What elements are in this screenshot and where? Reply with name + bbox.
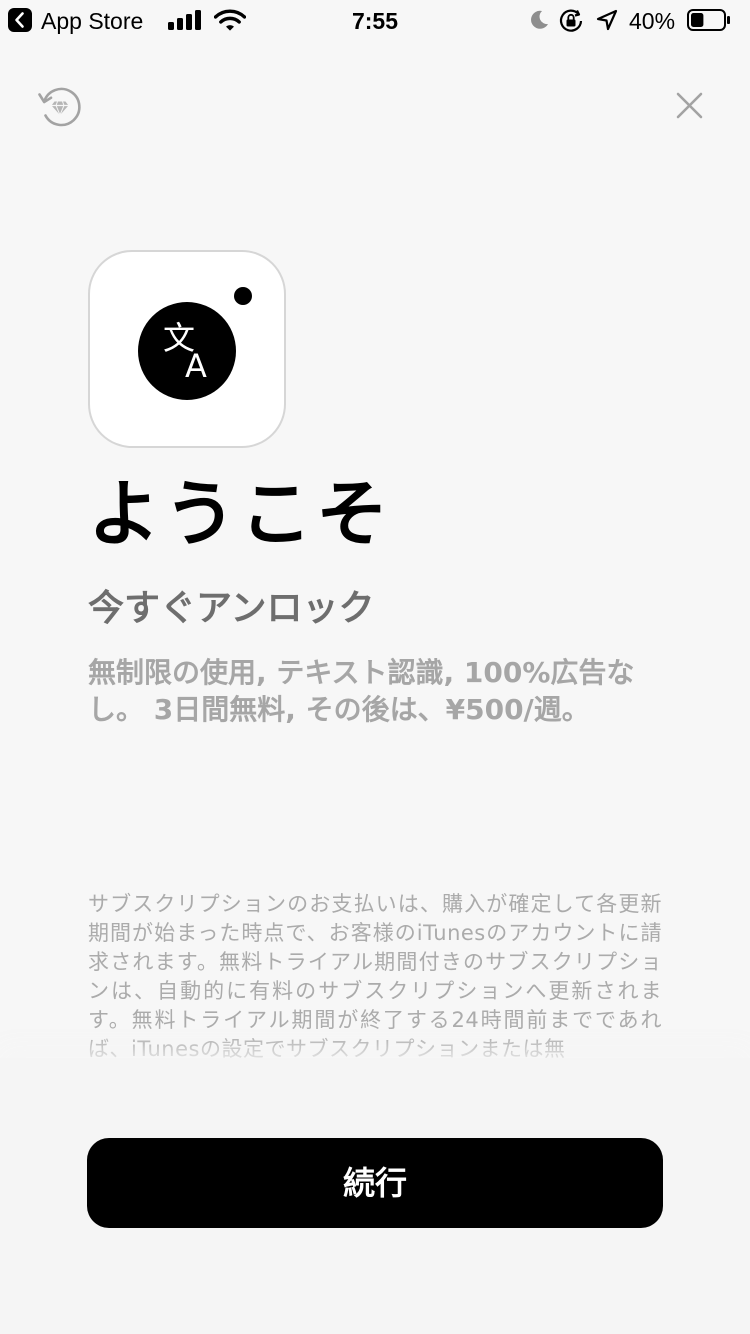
translate-camera-icon: 文 A (138, 302, 236, 400)
close-icon (676, 92, 703, 119)
welcome-title: ようこそ (88, 472, 393, 556)
restore-purchase-button[interactable] (36, 83, 84, 131)
orientation-lock-icon (559, 9, 583, 32)
battery-icon (687, 9, 730, 31)
app-icon-dot (234, 287, 252, 305)
features-description: 無制限の使用, テキスト認識, 100%広告なし。 3日間無料, その後は、¥5… (88, 656, 635, 726)
restore-purchase-icon (38, 87, 81, 127)
location-icon (596, 9, 618, 31)
svg-text:A: A (185, 347, 207, 385)
moon-icon (531, 10, 548, 29)
close-button[interactable] (666, 82, 714, 130)
battery-percent: 40% (629, 8, 676, 34)
unlock-subtitle: 今すぐアンロック (88, 588, 375, 629)
subscription-legal-text: サブスクリプションのお支払いは、購入が確定して各更新期間が始まった時点で、お客様… (88, 892, 662, 1061)
app-icon: 文 A (88, 250, 286, 448)
status-bar: App Store 7:55 40% (0, 0, 750, 40)
continue-button[interactable]: 続行 (87, 1138, 663, 1228)
